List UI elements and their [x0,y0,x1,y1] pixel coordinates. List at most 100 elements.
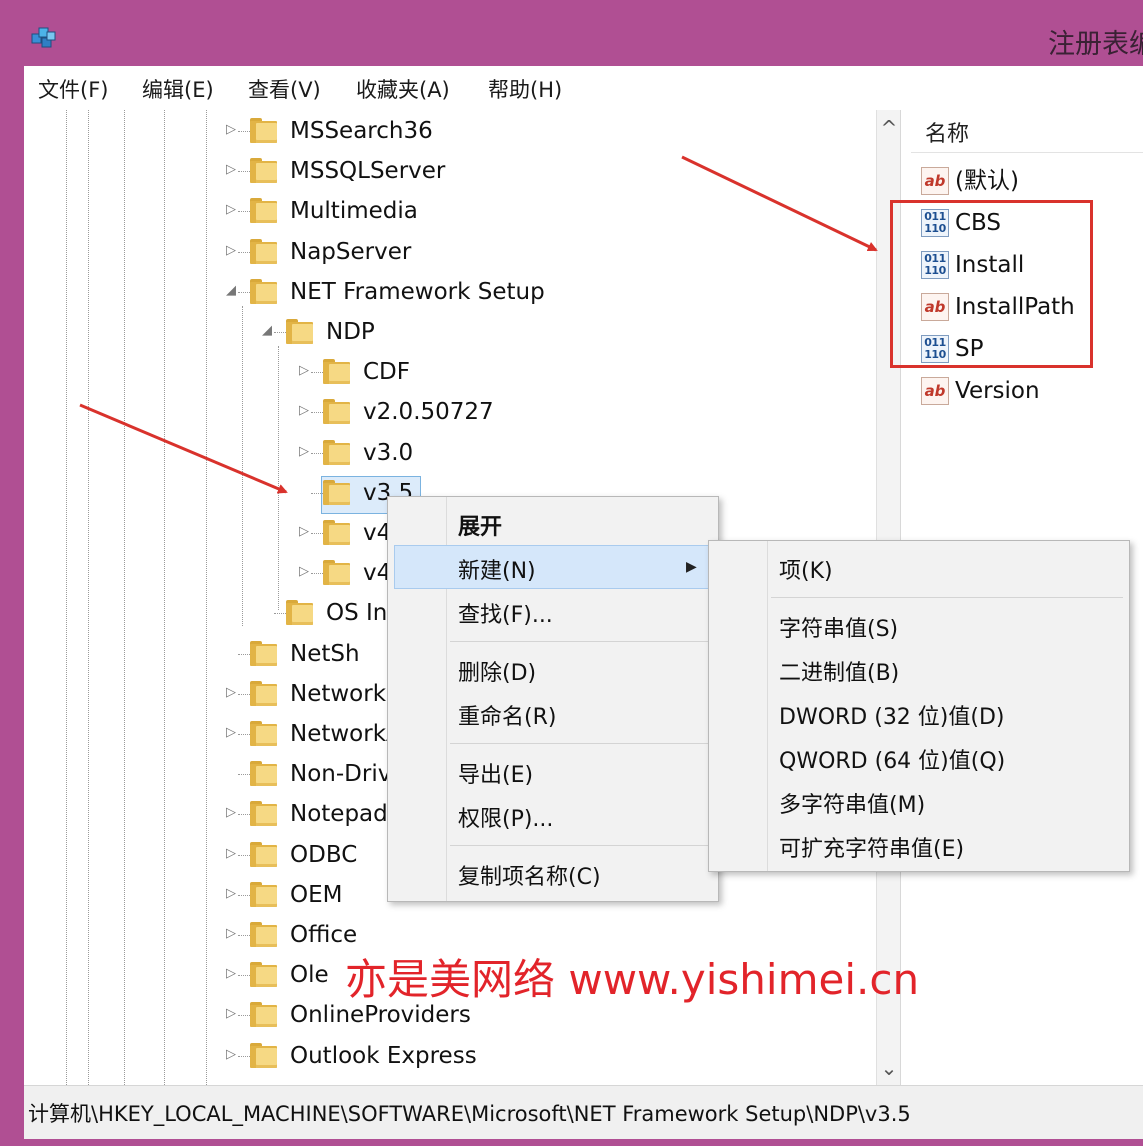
tree-connector [274,332,286,333]
expander-icon[interactable]: ▷ [226,886,238,902]
submenu-item-key[interactable]: 项(K) [779,553,833,585]
menu-bar: 文件(F) 编辑(E) 查看(V) 收藏夹(A) 帮助(H) [24,66,1143,111]
tree-node[interactable]: ▷ CDF [299,355,864,391]
folder-icon [250,759,278,787]
expander-icon[interactable]: ▷ [226,243,238,259]
menu-item-copy-key-name[interactable]: 复制项名称(C) [458,859,601,891]
tree-guide-line [88,110,89,1085]
folder-icon [250,679,278,707]
expander-icon[interactable]: ▷ [226,805,238,821]
title-bar[interactable]: 注册表编 [8,8,1143,66]
tree-node[interactable]: ▷ MSSearch36 [226,114,864,150]
menu-help[interactable]: 帮助(H) [488,74,562,104]
status-path: 计算机\HKEY_LOCAL_MACHINE\SOFTWARE\Microsof… [28,1102,911,1126]
tree-node-label: CDF [363,359,410,386]
tree-node-label: Ole [290,962,329,989]
expander-icon[interactable]: ▷ [299,403,311,419]
menu-view[interactable]: 查看(V) [248,74,321,104]
tree-node[interactable]: ◢ NET Framework Setup [226,275,864,311]
tree-connector [238,211,250,213]
menu-separator [771,597,1123,598]
expander-icon[interactable]: ▷ [226,685,238,701]
tree-connector [311,573,323,575]
expander-icon[interactable]: ▷ [299,524,311,540]
column-header-name[interactable]: 名称 [911,110,1143,153]
tree-node[interactable]: ▷ NapServer [226,235,864,271]
registry-value-name: (默认) [955,168,1019,194]
expander-icon[interactable]: ▷ [226,1047,238,1063]
tree-node[interactable]: ▷ v2.0.50727 [299,395,864,431]
tree-connector [238,935,250,936]
menu-item-expand[interactable]: 展开 [458,509,502,541]
scroll-down-arrow[interactable]: ⌄ [877,1056,900,1080]
expander-icon[interactable]: ▷ [226,725,238,741]
folder-icon [250,719,278,747]
expander-icon[interactable] [299,484,311,500]
expander-icon[interactable] [226,765,238,781]
submenu-item-dword-value[interactable]: DWORD (32 位)值(D) [779,699,1005,731]
tree-node[interactable]: ▷ MSSQLServer [226,154,864,190]
menu-item-find[interactable]: 查找(F)... [458,597,553,629]
tree-guide-line [242,306,243,626]
folder-icon [250,116,278,144]
submenu-item-qword-value[interactable]: QWORD (64 位)值(Q) [779,743,1005,775]
submenu-item-binary-value[interactable]: 二进制值(B) [779,655,899,687]
tree-node[interactable]: ▷ v3.0 [299,436,864,472]
submenu-item-string-value[interactable]: 字符串值(S) [779,611,898,643]
tree-connector [238,653,250,655]
menu-item-export[interactable]: 导出(E) [458,757,533,789]
tree-connector [274,613,286,615]
tree-connector [238,693,250,695]
expander-icon[interactable]: ▷ [226,926,238,942]
tree-node[interactable]: ◢ NDP [262,315,864,351]
registry-value-row[interactable]: ab Version [921,374,1141,410]
menu-edit[interactable]: 编辑(E) [142,74,214,104]
expander-icon[interactable]: ◢ [262,323,274,339]
expander-icon[interactable]: ▷ [299,363,311,379]
folder-icon [250,196,278,224]
expander-icon[interactable]: ▷ [226,162,238,178]
expander-icon[interactable]: ▷ [226,966,238,982]
expander-icon[interactable]: ▷ [226,846,238,862]
tree-connector [238,1055,250,1057]
tree-node[interactable]: ▷ Outlook Express [226,1039,864,1075]
registry-value-row[interactable]: ab (默认) [921,164,1141,200]
expander-icon[interactable]: ▷ [226,1006,238,1022]
menu-file[interactable]: 文件(F) [38,74,108,104]
expander-icon[interactable]: ▷ [226,202,238,218]
folder-icon [323,558,351,586]
tree-connector [238,171,250,173]
tree-node[interactable]: ▷ Multimedia [226,194,864,230]
expander-icon[interactable]: ▷ [226,122,238,138]
menu-favorites[interactable]: 收藏夹(A) [356,74,450,104]
tree-connector [238,251,250,253]
menu-item-permissions[interactable]: 权限(P)... [458,801,553,833]
menu-separator [450,641,712,642]
tree-connector [311,452,323,454]
expander-icon[interactable]: ▷ [299,444,311,460]
menu-item-delete[interactable]: 删除(D) [458,655,536,687]
scroll-up-arrow[interactable]: ^ [877,116,900,140]
tree-node-label: Outlook Express [290,1042,477,1069]
menu-highlight [394,545,712,589]
expander-icon[interactable] [226,645,238,661]
tree-connector [238,131,250,132]
tree-guide-line [164,110,165,1085]
highlight-box [890,200,1093,368]
window-title: 注册表编 [1048,29,1143,60]
tree-connector [238,975,250,977]
submenu-item-multi-string-value[interactable]: 多字符串值(M) [779,787,925,819]
menu-separator [450,845,712,846]
tree-connector [238,291,250,293]
expander-icon[interactable] [262,604,274,620]
folder-icon [250,880,278,908]
submenu-item-expandable-string-value[interactable]: 可扩充字符串值(E) [779,831,964,863]
new-submenu: 项(K) 字符串值(S) 二进制值(B) DWORD (32 位)值(D) QW… [708,540,1130,872]
tree-node-label: ODBC [290,841,358,868]
menu-item-new[interactable]: 新建(N) [458,553,536,585]
expander-icon[interactable]: ▷ [299,564,311,580]
folder-icon [250,799,278,827]
tree-node-label: MSSQLServer [290,158,446,185]
expander-icon[interactable]: ◢ [226,283,238,299]
menu-item-rename[interactable]: 重命名(R) [458,699,556,731]
